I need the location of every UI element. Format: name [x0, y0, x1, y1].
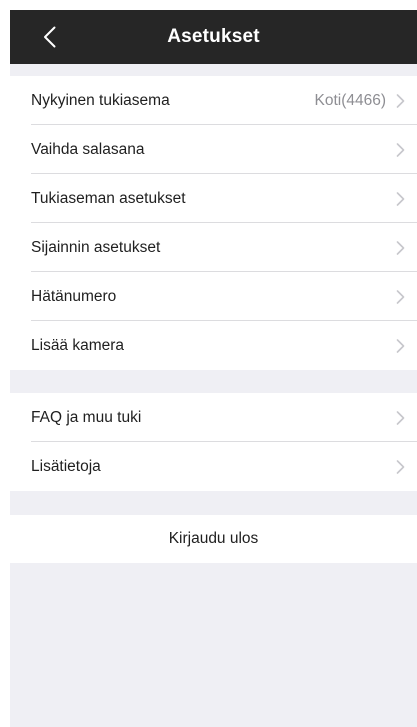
chevron-right-icon	[396, 410, 405, 425]
row-add-camera[interactable]: Lisää kamera	[10, 321, 417, 370]
row-label: Sijainnin asetukset	[31, 238, 161, 256]
row-label: Lisätietoja	[31, 457, 101, 475]
row-base-station-settings[interactable]: Tukiaseman asetukset	[10, 174, 417, 223]
chevron-right-icon	[396, 338, 405, 353]
row-label: Tukiaseman asetukset	[31, 189, 186, 207]
navigation-bar: Asetukset	[10, 10, 417, 64]
back-button[interactable]	[34, 21, 64, 53]
chevron-right-icon	[396, 191, 405, 206]
row-label: FAQ ja muu tuki	[31, 408, 142, 426]
row-emergency-number[interactable]: Hätänumero	[10, 272, 417, 321]
row-label: Lisää kamera	[31, 336, 125, 354]
row-label: Nykyinen tukiasema	[31, 91, 170, 109]
chevron-right-icon	[396, 459, 405, 474]
chevron-right-icon	[396, 289, 405, 304]
row-more-info[interactable]: Lisätietoja	[10, 442, 417, 491]
row-label: Hätänumero	[31, 287, 117, 305]
settings-screen: Asetukset Nykyinen tukiasema Koti(4466) …	[10, 10, 417, 727]
chevron-right-icon	[396, 142, 405, 157]
row-current-base-station[interactable]: Nykyinen tukiasema Koti(4466)	[10, 76, 417, 125]
settings-group-main: Nykyinen tukiasema Koti(4466) Vaihda sal…	[10, 76, 417, 370]
current-base-station-value: Koti(4466)	[314, 91, 386, 109]
settings-group-support: FAQ ja muu tuki Lisätietoja	[10, 393, 417, 491]
page-title: Asetukset	[167, 26, 260, 47]
row-change-password[interactable]: Vaihda salasana	[10, 125, 417, 174]
row-faq-support[interactable]: FAQ ja muu tuki	[10, 393, 417, 442]
chevron-right-icon	[396, 93, 405, 108]
row-label: Vaihda salasana	[31, 140, 145, 158]
chevron-left-icon	[43, 26, 55, 48]
logout-button[interactable]: Kirjaudu ulos	[10, 515, 417, 563]
row-location-settings[interactable]: Sijainnin asetukset	[10, 223, 417, 272]
chevron-right-icon	[396, 240, 405, 255]
